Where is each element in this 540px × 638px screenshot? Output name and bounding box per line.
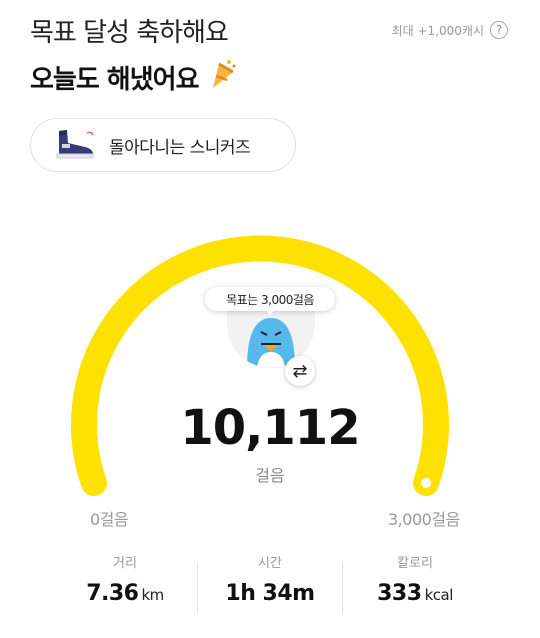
step-count: 10,112 [180,400,360,456]
time-value: 1h 34m [225,581,315,606]
distance-label: 거리 [113,556,137,571]
gauge-max-label: 3,000걸음 [388,510,460,529]
calories-stat: 칼로리 333 kcal [340,552,490,606]
goal-tooltip-tail [263,307,277,315]
time-label: 시간 [258,556,282,571]
calories-label: 칼로리 [397,556,433,571]
time-stat: 시간 1h 34m [195,552,345,606]
calories-unit: kcal [424,586,454,604]
swap-icon[interactable]: ⇄ [285,356,315,386]
gauge-min-label: 0걸음 [90,510,129,529]
step-unit: 걸음 [255,466,285,485]
distance-stat: 거리 7.36 km [50,552,200,606]
distance-value-row: 7.36 km [50,581,200,606]
distance-unit: km [141,586,164,604]
distance-value: 7.36 [86,581,139,606]
calories-value: 333 [377,581,422,606]
calories-value-row: 333 kcal [340,581,490,606]
